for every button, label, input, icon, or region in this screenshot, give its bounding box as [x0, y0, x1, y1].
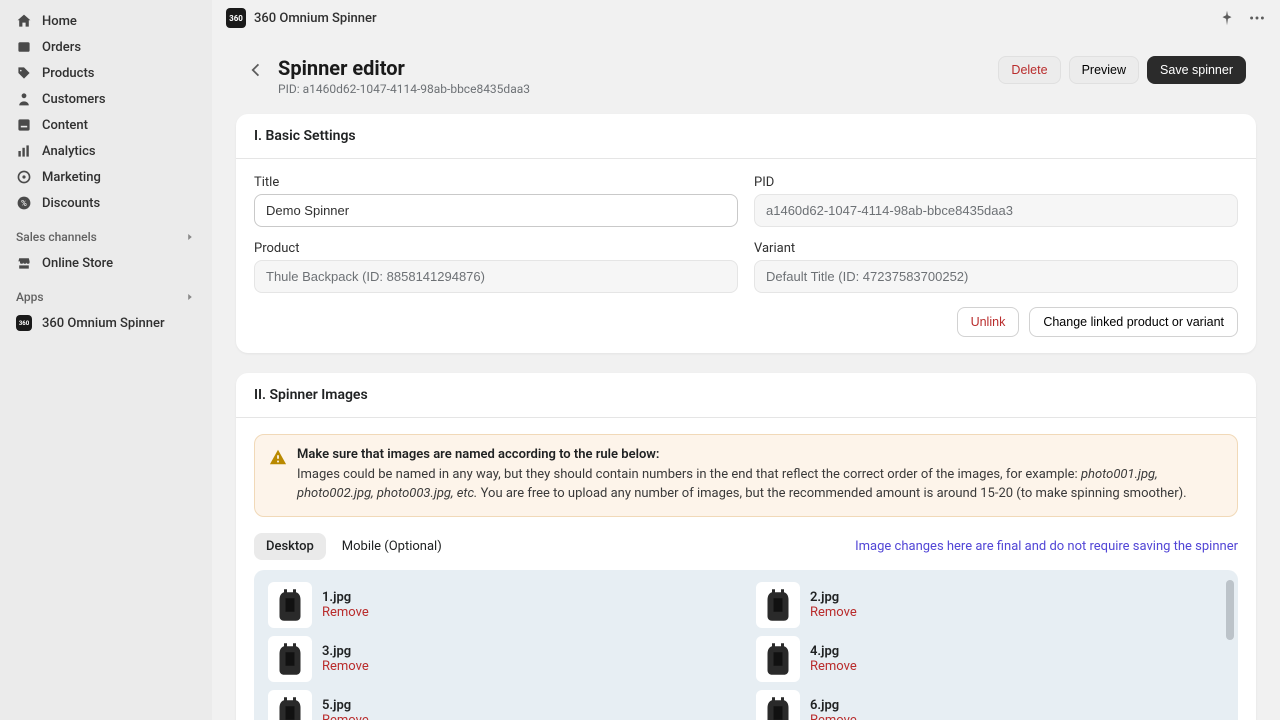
pid-input [754, 194, 1238, 227]
unlink-button[interactable]: Unlink [957, 307, 1020, 337]
nav-marketing[interactable]: Marketing [6, 164, 206, 190]
orders-icon [16, 39, 32, 55]
image-item: 6.jpgRemove [756, 690, 1224, 720]
nav-app-omnium[interactable]: 360 360 Omnium Spinner [6, 310, 206, 336]
image-filename: 5.jpg [322, 698, 369, 713]
nav-content[interactable]: Content [6, 112, 206, 138]
page-title: Spinner editor [278, 56, 530, 80]
change-linked-button[interactable]: Change linked product or variant [1029, 307, 1238, 337]
app-badge-icon: 360 [226, 8, 246, 28]
section-label: Sales channels [16, 230, 97, 244]
nav-online-store[interactable]: Online Store [6, 250, 206, 276]
product-input [254, 260, 738, 293]
nav-label: Products [42, 66, 94, 81]
section-label: Apps [16, 290, 44, 304]
scrollbar[interactable] [1226, 580, 1234, 640]
image-item: 3.jpgRemove [268, 636, 736, 682]
delete-button[interactable]: Delete [998, 56, 1060, 84]
sidebar: Home Orders Products Customers Content A… [0, 0, 212, 720]
remove-link[interactable]: Remove [810, 659, 857, 674]
remove-link[interactable]: Remove [810, 605, 857, 620]
nav-products[interactable]: Products [6, 60, 206, 86]
image-item: 2.jpgRemove [756, 582, 1224, 628]
nav-label: Orders [42, 40, 81, 55]
card-header: I. Basic Settings [236, 114, 1256, 159]
content-icon [16, 117, 32, 133]
nav-orders[interactable]: Orders [6, 34, 206, 60]
image-thumb [268, 690, 312, 720]
back-button[interactable] [246, 60, 266, 80]
target-icon [16, 169, 32, 185]
image-filename: 1.jpg [322, 590, 369, 605]
image-item: 1.jpgRemove [268, 582, 736, 628]
discount-icon: % [16, 195, 32, 211]
person-icon [16, 91, 32, 107]
warning-icon [269, 448, 287, 466]
remove-link[interactable]: Remove [810, 713, 857, 720]
page-subtitle: PID: a1460d62-1047-4114-98ab-bbce8435daa… [278, 82, 530, 96]
image-filename: 3.jpg [322, 644, 369, 659]
naming-notice: Make sure that images are named accordin… [254, 434, 1238, 517]
image-thumb [268, 582, 312, 628]
image-thumb [756, 636, 800, 682]
tab-desktop[interactable]: Desktop [254, 533, 326, 560]
nav-label: Marketing [42, 170, 101, 185]
home-icon [16, 13, 32, 29]
nav-customers[interactable]: Customers [6, 86, 206, 112]
image-thumb [756, 582, 800, 628]
nav-home[interactable]: Home [6, 8, 206, 34]
remove-link[interactable]: Remove [322, 713, 369, 720]
image-thumb [268, 636, 312, 682]
nav-discounts[interactable]: % Discounts [6, 190, 206, 216]
store-icon [16, 255, 32, 271]
notice-title: Make sure that images are named accordin… [297, 447, 1223, 462]
nav-analytics[interactable]: Analytics [6, 138, 206, 164]
nav-label: Analytics [42, 144, 96, 159]
basic-settings-card: I. Basic Settings Title PID [236, 114, 1256, 353]
more-icon[interactable] [1248, 9, 1266, 27]
nav-label: Content [42, 118, 88, 133]
images-scroll[interactable]: 1.jpgRemove2.jpgRemove3.jpgRemove4.jpgRe… [254, 570, 1238, 720]
image-item: 4.jpgRemove [756, 636, 1224, 682]
topbar: 360 360 Omnium Spinner [212, 0, 1280, 36]
tag-icon [16, 65, 32, 81]
card-header: II. Spinner Images [236, 373, 1256, 418]
app-name: 360 Omnium Spinner [254, 11, 377, 26]
preview-button[interactable]: Preview [1069, 56, 1139, 84]
variant-input [754, 260, 1238, 293]
nav-label: Discounts [42, 196, 100, 211]
remove-link[interactable]: Remove [322, 605, 369, 620]
image-item: 5.jpgRemove [268, 690, 736, 720]
app-icon: 360 [16, 315, 32, 331]
product-label: Product [254, 241, 738, 256]
title-label: Title [254, 175, 738, 190]
svg-text:%: % [21, 199, 27, 208]
image-filename: 4.jpg [810, 644, 857, 659]
nav-label: Online Store [42, 256, 113, 271]
chevron-right-icon [184, 231, 196, 243]
remove-link[interactable]: Remove [322, 659, 369, 674]
nav-label: 360 Omnium Spinner [42, 316, 165, 331]
save-button[interactable]: Save spinner [1147, 56, 1246, 84]
image-filename: 2.jpg [810, 590, 857, 605]
chevron-right-icon [184, 291, 196, 303]
image-filename: 6.jpg [810, 698, 857, 713]
variant-label: Variant [754, 241, 1238, 256]
image-hint: Image changes here are final and do not … [855, 539, 1238, 554]
image-thumb [756, 690, 800, 720]
notice-text: Images could be named in any way, but th… [297, 466, 1223, 504]
sales-channels-header[interactable]: Sales channels [6, 224, 206, 250]
tab-mobile[interactable]: Mobile (Optional) [330, 533, 454, 560]
nav-label: Home [42, 14, 77, 29]
spinner-images-card: II. Spinner Images Make sure that images… [236, 373, 1256, 720]
analytics-icon [16, 143, 32, 159]
title-input[interactable] [254, 194, 738, 227]
pid-label: PID [754, 175, 1238, 190]
nav-label: Customers [42, 92, 106, 107]
apps-header[interactable]: Apps [6, 284, 206, 310]
pin-icon[interactable] [1218, 9, 1236, 27]
